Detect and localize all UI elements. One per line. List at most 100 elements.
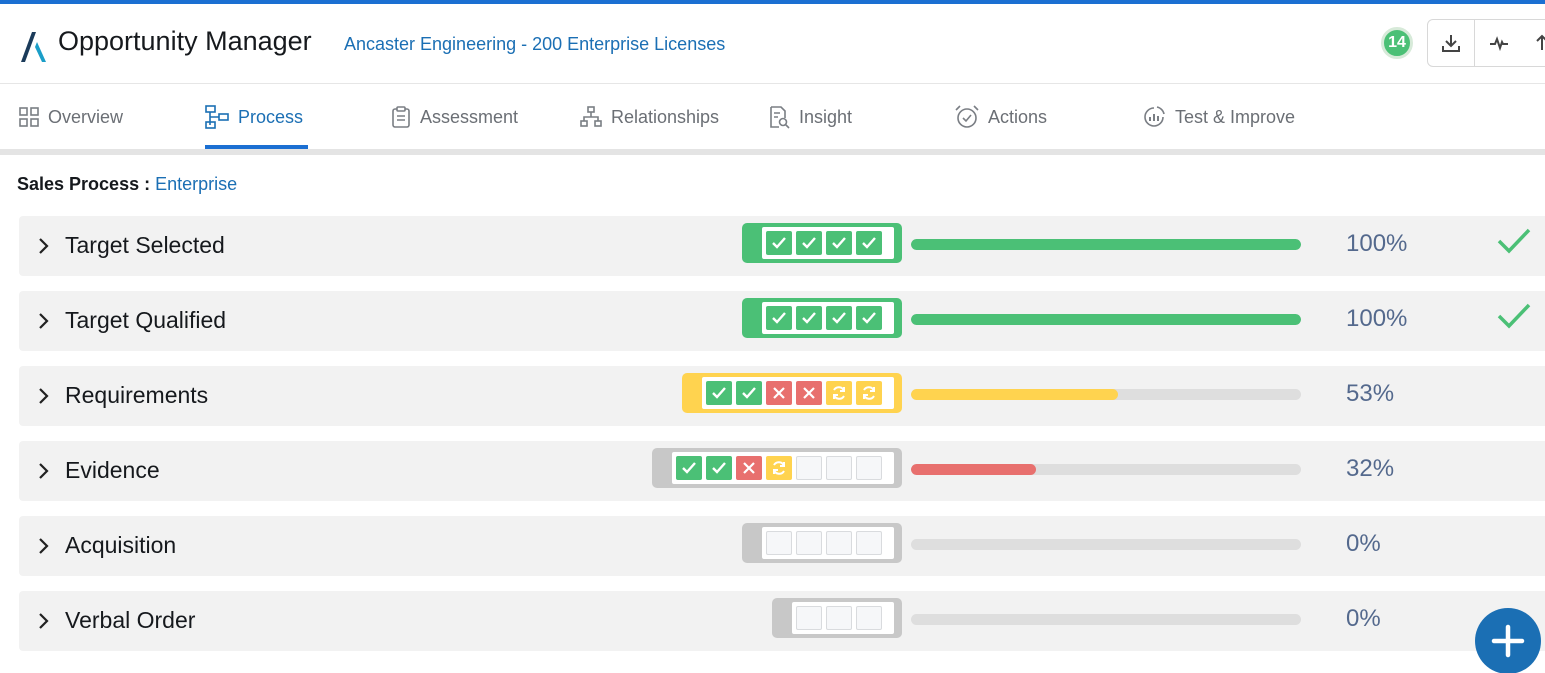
step-box[interactable] [856, 606, 882, 630]
step-box[interactable] [796, 306, 822, 330]
download-button[interactable] [1427, 19, 1475, 67]
tab-label: Test & Improve [1175, 106, 1296, 127]
step-box[interactable] [676, 456, 702, 480]
step-box[interactable] [736, 381, 762, 405]
more-button[interactable] [1522, 19, 1545, 67]
tab-assessment[interactable]: Assessment [390, 85, 518, 149]
step-box[interactable] [766, 306, 792, 330]
tab-label: Overview [48, 106, 124, 127]
progress-bar [911, 239, 1301, 250]
alarm-clock-icon [955, 105, 979, 128]
chevron-right-icon[interactable] [35, 386, 51, 406]
step-box[interactable] [796, 531, 822, 555]
tab-test-improve[interactable]: Test & Improve [1141, 85, 1295, 149]
step-box[interactable] [826, 231, 852, 255]
tab-actions[interactable]: Actions [954, 85, 1047, 149]
check-icon [681, 461, 697, 475]
step-box[interactable] [826, 606, 852, 630]
step-box[interactable] [826, 456, 852, 480]
check-icon [771, 311, 787, 325]
stage-name: Target Qualified [65, 307, 227, 333]
check-icon [831, 236, 847, 250]
stage-row[interactable]: Verbal Order 0% [19, 591, 1545, 651]
stage-row[interactable]: Target Qualified 100% [19, 291, 1545, 351]
process-flow-icon [205, 105, 229, 129]
stage-step-indicators [742, 523, 902, 563]
check-icon [771, 236, 787, 250]
tab-overview[interactable]: Overview [18, 85, 123, 149]
step-box[interactable] [796, 606, 822, 630]
stage-step-indicators [772, 598, 902, 638]
step-box[interactable] [856, 306, 882, 330]
check-icon [861, 236, 877, 250]
stage-row[interactable]: Target Selected 100% [19, 216, 1545, 276]
stage-percent: 100% [1346, 230, 1408, 257]
document-search-icon [770, 106, 790, 129]
progress-bar [911, 314, 1301, 325]
stage-percent: 100% [1346, 305, 1408, 332]
tab-relationships[interactable]: Relationships [579, 85, 719, 149]
chevron-right-icon[interactable] [35, 461, 51, 481]
activity-button[interactable] [1475, 19, 1523, 67]
step-box[interactable] [766, 531, 792, 555]
step-box[interactable] [856, 531, 882, 555]
step-box[interactable] [706, 381, 732, 405]
stage-row[interactable]: Evidence 32% [19, 441, 1545, 501]
notification-badge[interactable]: 14 [1381, 27, 1413, 59]
progress-bar [911, 389, 1301, 400]
chevron-right-icon[interactable] [35, 611, 51, 631]
app-logo-icon [21, 32, 46, 62]
tabs-divider [0, 149, 1545, 155]
step-box[interactable] [796, 231, 822, 255]
stage-name: Evidence [65, 457, 160, 483]
stage-row[interactable]: Acquisition 0% [19, 516, 1545, 576]
step-box[interactable] [766, 456, 792, 480]
x-icon [742, 461, 756, 475]
record-title-link[interactable]: Ancaster Engineering - 200 Enterprise Li… [344, 34, 725, 55]
check-icon [861, 311, 877, 325]
clipboard-icon [392, 106, 410, 128]
stage-name: Requirements [65, 382, 209, 408]
check-icon [711, 461, 727, 475]
check-icon [831, 311, 847, 325]
chart-circle-icon [1144, 106, 1165, 127]
tab-bar: Overview Process Assessment Relationship… [0, 85, 1545, 149]
stage-percent: 32% [1346, 455, 1395, 482]
refresh-icon [860, 384, 878, 402]
sales-process-value[interactable]: Enterprise [155, 174, 237, 194]
step-box[interactable] [856, 231, 882, 255]
chevron-right-icon[interactable] [35, 536, 51, 556]
stage-name: Acquisition [65, 532, 177, 558]
plus-icon [1491, 624, 1525, 658]
stage-percent: 53% [1346, 380, 1395, 407]
step-box[interactable] [856, 456, 882, 480]
stage-step-indicators [742, 223, 902, 263]
pulse-icon [1489, 36, 1508, 52]
step-box[interactable] [796, 456, 822, 480]
x-icon [772, 386, 786, 400]
step-box[interactable] [706, 456, 732, 480]
org-chart-icon [580, 106, 602, 127]
step-box[interactable] [766, 231, 792, 255]
arrow-up-icon [1535, 34, 1545, 50]
tab-process[interactable]: Process [204, 85, 303, 149]
app-header: Opportunity Manager Ancaster Engineering… [0, 4, 1545, 84]
add-button[interactable] [1475, 608, 1541, 673]
check-icon [741, 386, 757, 400]
chevron-right-icon[interactable] [35, 311, 51, 331]
step-box[interactable] [736, 456, 762, 480]
step-box[interactable] [826, 381, 852, 405]
tab-insight[interactable]: Insight [767, 85, 852, 149]
progress-bar [911, 614, 1301, 625]
tab-label: Insight [799, 106, 853, 127]
step-box[interactable] [826, 531, 852, 555]
sales-process: Sales Process : Enterprise [17, 174, 237, 195]
stage-row[interactable]: Requirements 53% [19, 366, 1545, 426]
tab-label: Process [238, 106, 304, 127]
progress-bar-fill [911, 389, 1118, 400]
chevron-right-icon[interactable] [35, 236, 51, 256]
step-box[interactable] [826, 306, 852, 330]
step-box[interactable] [796, 381, 822, 405]
step-box[interactable] [766, 381, 792, 405]
step-box[interactable] [856, 381, 882, 405]
